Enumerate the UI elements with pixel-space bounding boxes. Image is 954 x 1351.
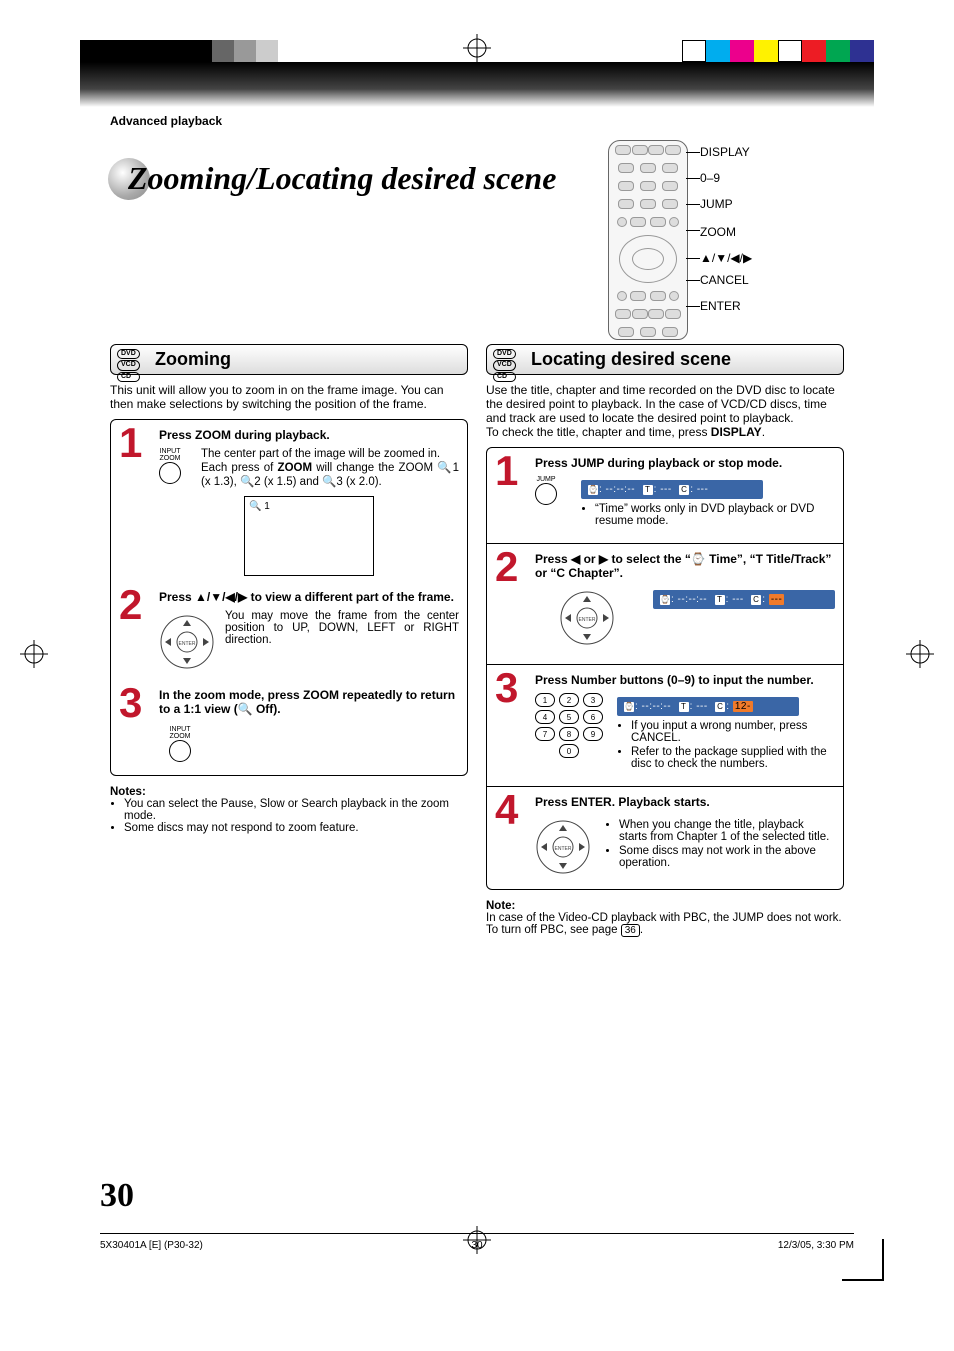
dpad-icon-2: ENTER [559, 590, 615, 646]
crosshair-icon-bottom [463, 1226, 491, 1259]
zoom-step-2: 2 Press ▲/▼/◀/▶ to view a different part… [119, 590, 459, 674]
locate-step1-bullet: “Time” works only in DVD playback or DVD… [595, 503, 835, 527]
zoom-step-3: 3 In the zoom mode, press ZOOM repeatedl… [119, 688, 459, 765]
jump-button-label: JUMP [535, 476, 557, 483]
color-swatches [682, 40, 874, 62]
label-digits: 0–9 [700, 172, 720, 184]
osd-highlight: 12- [733, 701, 753, 712]
zoom-note-1: You can select the Pause, Slow or Search… [124, 798, 468, 822]
locating-column: DVD VCD CD Locating desired scene Use th… [486, 344, 844, 937]
badge-cd: CD [117, 372, 140, 382]
zoom-button-label: INPUT ZOOM [159, 448, 181, 462]
tv-zoom-indicator: 🔍 1 [249, 501, 270, 512]
locate-step2-head: Press ◀ or ▶ to select the “⌚ Time”, “T … [535, 552, 835, 580]
grayscale-swatches [80, 40, 278, 62]
page-number: 30 [100, 1177, 134, 1215]
locating-intro-pre: Use the title, chapter and time recorded… [486, 383, 835, 439]
osd-display-1: ⌚: --:--:-- T: --- C: --- [581, 480, 763, 499]
locate-note-body: In case of the Video-CD playback with PB… [486, 912, 844, 937]
locating-intro: Use the title, chapter and time recorded… [486, 383, 844, 439]
locating-steps: 1 Press JUMP during playback or stop mod… [486, 447, 844, 890]
crosshair-icon [463, 34, 491, 62]
header-band [80, 62, 874, 107]
step-number-3b: 3 [495, 667, 518, 709]
display-word: DISPLAY [711, 425, 762, 439]
badge-cd-2: CD [493, 372, 516, 382]
zoom-button-label-2: INPUT ZOOM [169, 726, 191, 740]
page-ref: 36 [621, 924, 640, 937]
locate-step-2: 2 Press ◀ or ▶ to select the “⌚ Time”, “… [495, 552, 835, 650]
numpad-icon: 123 456 789 0 [535, 693, 603, 761]
locate-step-3: 3 Press Number buttons (0–9) to input th… [495, 673, 835, 772]
zoom-step1-body: The center part of the image will be zoo… [201, 448, 459, 488]
osd-display-3: ⌚: --:--:-- T: --- C: 12- [617, 697, 799, 716]
tv-screen-icon: 🔍 1 [244, 496, 374, 576]
zoom-step2-head: Press ▲/▼/◀/▶ to view a different part o… [159, 590, 459, 604]
label-zoom: ZOOM [700, 226, 736, 238]
zoom-note-2: Some discs may not respond to zoom featu… [124, 822, 468, 834]
locate-note: Note: In case of the Video-CD playback w… [486, 900, 844, 937]
svg-text:ENTER: ENTER [579, 617, 596, 623]
label-display: DISPLAY [700, 146, 750, 158]
locate-step4-bullet1: When you change the title, playback star… [619, 819, 835, 843]
svg-text:ENTER: ENTER [179, 641, 196, 647]
locate-step-4: 4 Press ENTER. Playback starts. ENTER Wh… [495, 795, 835, 879]
label-enter: ENTER [700, 300, 741, 312]
svg-text:ENTER: ENTER [555, 846, 572, 852]
dpad-icon-3: ENTER [535, 819, 591, 875]
locate-step1-head: Press JUMP during playback or stop mode. [535, 456, 835, 470]
zooming-heading-text: Zooming [155, 349, 231, 369]
page: Advanced playback Zooming/Locating desir… [0, 0, 954, 1351]
zooming-column: DVD VCD CD Zooming This unit will allow … [110, 344, 468, 937]
crosshair-left [20, 640, 48, 668]
step-number-1b: 1 [495, 450, 518, 492]
crop-mark [842, 1239, 884, 1281]
osd-display-2: ⌚: --:--:-- T: --- C: --- [653, 590, 835, 609]
section-header: Advanced playback [110, 114, 222, 128]
zoom-button-icon-2: INPUT ZOOM [169, 726, 191, 765]
step-number-4b: 4 [495, 789, 518, 831]
step-number-2: 2 [119, 584, 142, 626]
notes-heading: Notes: [110, 786, 468, 798]
remote-diagram [608, 140, 688, 340]
step-number-1: 1 [119, 422, 142, 464]
zoom-step2-body: You may move the frame from the center p… [225, 610, 459, 646]
locating-heading-text: Locating desired scene [531, 349, 731, 369]
locate-note-heading: Note: [486, 900, 844, 912]
crosshair-right [906, 640, 934, 668]
zoom-notes: Notes: You can select the Pause, Slow or… [110, 786, 468, 834]
locate-step-1: 1 Press JUMP during playback or stop mod… [495, 456, 835, 529]
step-number-2b: 2 [495, 546, 518, 588]
label-jump: JUMP [700, 198, 733, 210]
locate-step4-head: Press ENTER. Playback starts. [535, 795, 835, 809]
label-arrows: ▲/▼/◀/▶ [700, 252, 752, 264]
media-badges-2: DVD VCD CD [493, 349, 516, 382]
badge-vcd: VCD [117, 360, 140, 370]
zoom-step1-head: Press ZOOM during playback. [159, 428, 459, 442]
zoom-step-1: 1 Press ZOOM during playback. INPUT ZOOM… [119, 428, 459, 576]
label-cancel: CANCEL [700, 274, 749, 286]
zoom-word: ZOOM [278, 462, 313, 474]
locate-step4-bullet2: Some discs may not work in the above ope… [619, 845, 835, 869]
page-title: Zooming/Locating desired scene [128, 160, 556, 197]
dpad-icon: ENTER [159, 614, 215, 670]
jump-button-icon: JUMP [535, 476, 557, 508]
locate-note-pre: In case of the Video-CD playback with PB… [486, 912, 842, 936]
badge-dvd: DVD [117, 349, 140, 359]
locate-step3-head: Press Number buttons (0–9) to input the … [535, 673, 835, 687]
zooming-heading: DVD VCD CD Zooming [110, 344, 468, 375]
locate-step3-bullet2: Refer to the package supplied with the d… [631, 746, 835, 770]
step-number-3: 3 [119, 682, 142, 724]
zooming-intro: This unit will allow you to zoom in on t… [110, 383, 468, 411]
locate-step3-bullet1: If you input a wrong number, press CANCE… [631, 720, 835, 744]
badge-vcd-2: VCD [493, 360, 516, 370]
zoom-button-icon: INPUT ZOOM [159, 448, 181, 488]
media-badges: DVD VCD CD [117, 349, 140, 382]
locate-step3-bullet1-text: If you input a wrong number, press CANCE… [631, 720, 807, 744]
locating-heading: DVD VCD CD Locating desired scene [486, 344, 844, 375]
footer-left: 5X30401A [E] (P30-32) [100, 1240, 203, 1251]
zoom-step3-head: In the zoom mode, press ZOOM repeatedly … [159, 688, 459, 716]
badge-dvd-2: DVD [493, 349, 516, 359]
zooming-steps: 1 Press ZOOM during playback. INPUT ZOOM… [110, 419, 468, 776]
